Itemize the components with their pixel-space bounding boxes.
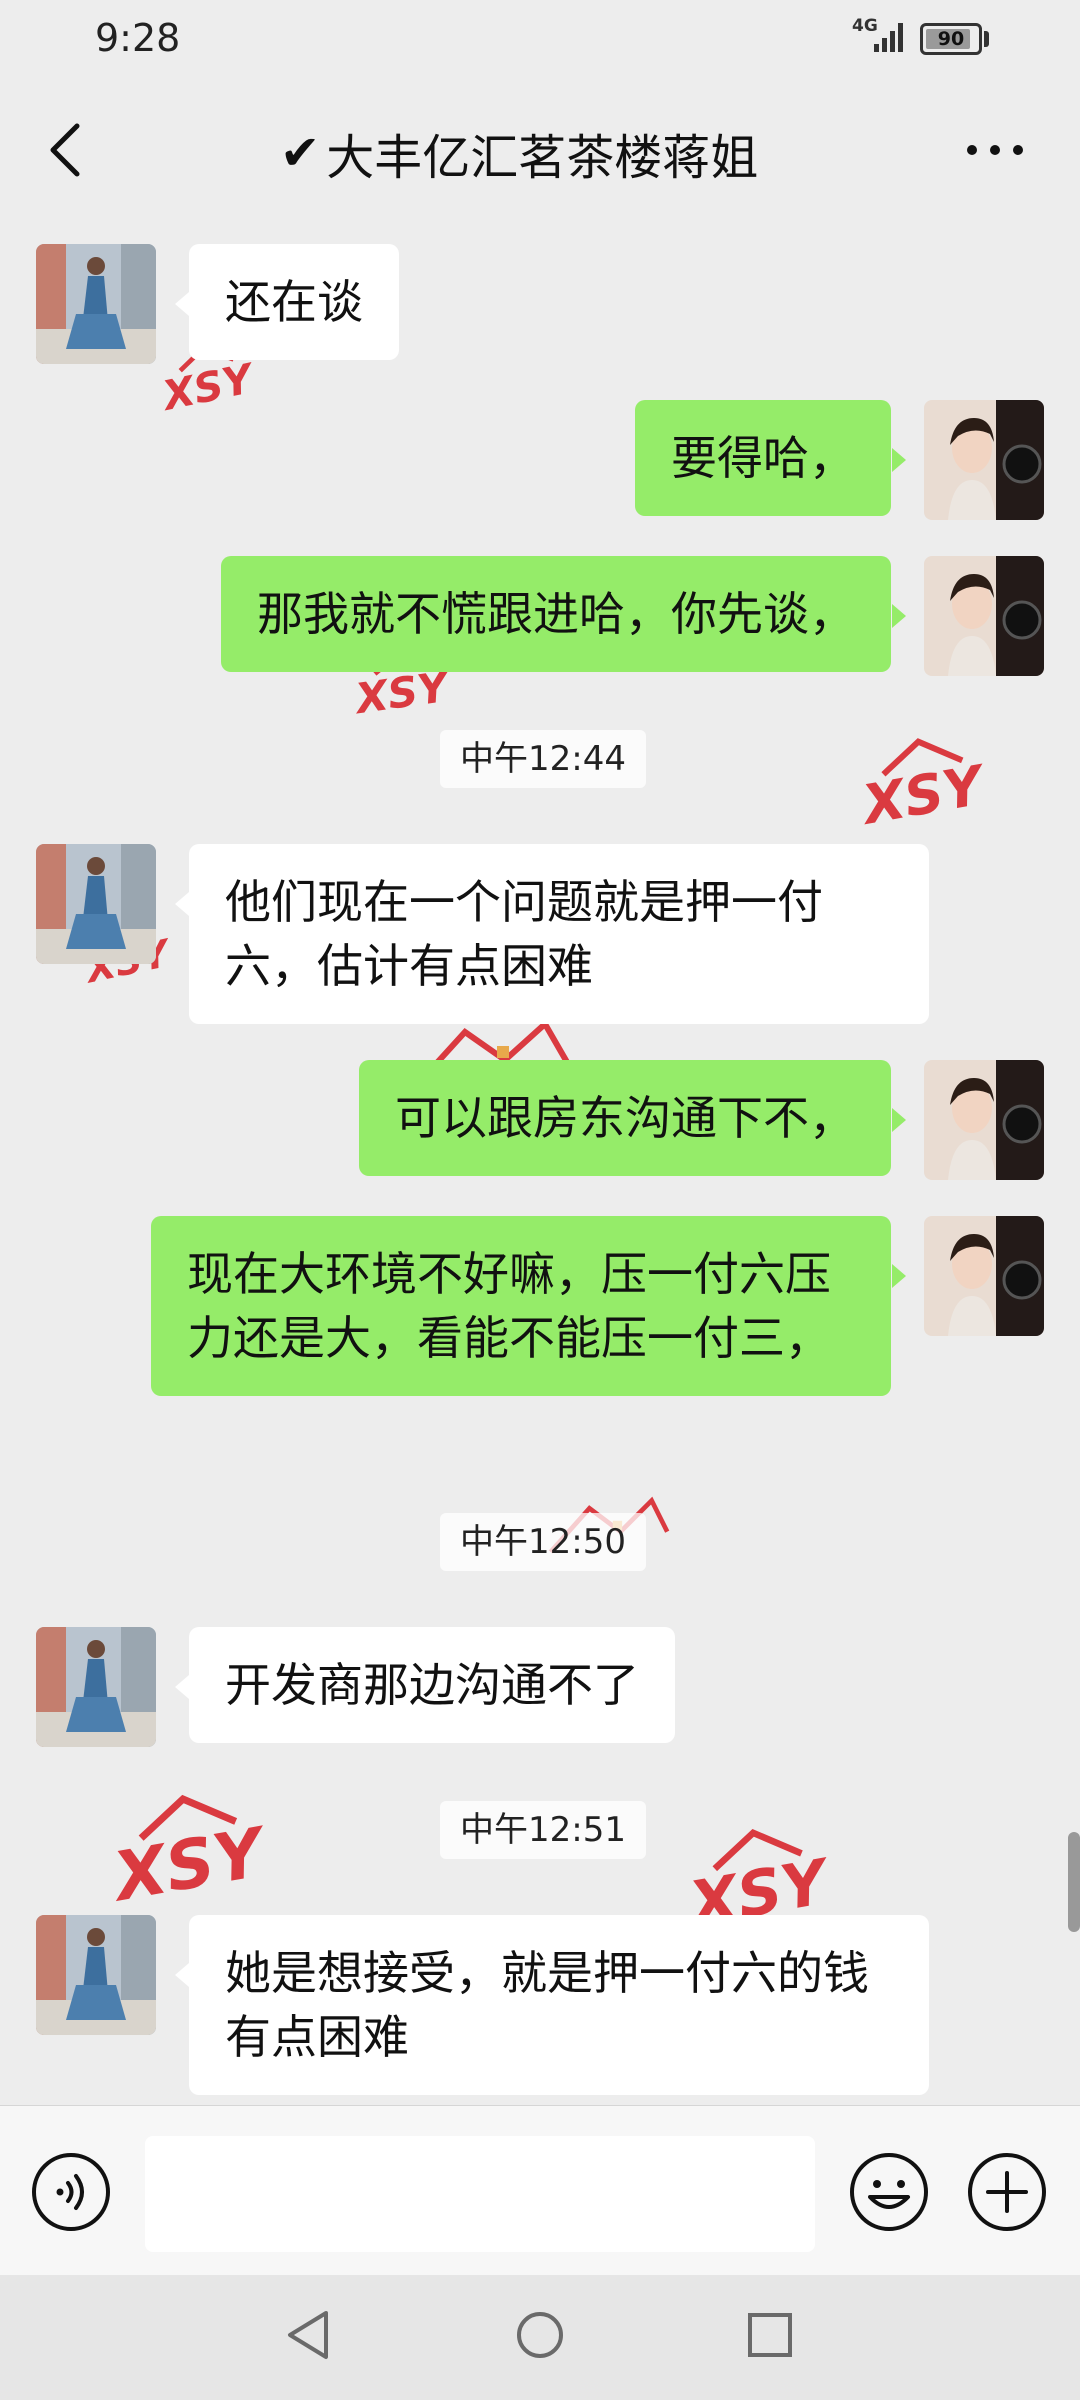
message-bubble-incoming[interactable]: 他们现在一个问题就是押一付六，估计有点困难 xyxy=(189,844,929,1024)
message-timestamp: 中午12:50 xyxy=(440,1513,646,1571)
bubble-tail xyxy=(175,1675,189,1699)
more-button[interactable] xyxy=(950,115,1040,185)
nav-home-icon[interactable] xyxy=(510,2305,570,2365)
plus-icon[interactable] xyxy=(966,2151,1048,2233)
voice-icon[interactable] xyxy=(30,2151,112,2233)
nav-back-icon[interactable] xyxy=(280,2305,340,2365)
message-bubble-outgoing[interactable]: 那我就不慌跟进哈，你先谈， xyxy=(221,556,891,672)
watermark-text: XSY xyxy=(105,1812,275,1905)
back-button[interactable] xyxy=(30,110,100,190)
chat-title-text: 大丰亿汇茗茶楼蒋姐 xyxy=(326,130,759,186)
bubble-tail xyxy=(175,292,189,316)
message-bubble-incoming[interactable]: 还在谈 xyxy=(189,244,399,360)
message-timestamp: 中午12:51 xyxy=(440,1801,646,1859)
signal-icon xyxy=(874,23,903,52)
message-bubble-outgoing[interactable]: 可以跟房东沟通下不， xyxy=(359,1060,891,1176)
bubble-tail xyxy=(892,1108,906,1132)
message-bubble-outgoing[interactable]: 现在大环境不好嘛，压一付六压力还是大，看能不能压一付三， xyxy=(151,1216,891,1396)
message-input[interactable] xyxy=(145,2136,815,2252)
bubble-tail xyxy=(892,1264,906,1288)
bubble-tail xyxy=(892,604,906,628)
bubble-tail xyxy=(175,892,189,916)
watermark-logo: XSY xyxy=(105,1794,275,1905)
status-bar: 9:28 4G 90 xyxy=(0,0,1080,80)
system-nav-bar xyxy=(0,2275,1080,2400)
title-bar: ✔ 大丰亿汇茗茶楼蒋姐 xyxy=(0,80,1080,220)
message-timestamp: 中午12:44 xyxy=(440,730,646,788)
contact-avatar[interactable] xyxy=(36,844,156,964)
status-time: 9:28 xyxy=(95,16,181,60)
watermark-text: XSY xyxy=(156,354,260,415)
contact-avatar[interactable] xyxy=(36,1915,156,2035)
battery-nub xyxy=(984,31,989,47)
more-dots-icon xyxy=(967,145,1023,155)
contact-avatar[interactable] xyxy=(36,1627,156,1747)
message-bubble-incoming[interactable]: 她是想接受，就是押一付六的钱有点困难 xyxy=(189,1915,929,2095)
scrollbar[interactable] xyxy=(1068,1832,1080,1932)
user-avatar[interactable] xyxy=(924,1216,1044,1336)
watermark-text: XSY xyxy=(855,753,992,830)
battery-level: 90 xyxy=(937,28,965,50)
input-bar xyxy=(0,2105,1080,2275)
chat-area[interactable]: XSY XSY XSY XSY XSY XSY xyxy=(0,220,1080,2105)
user-avatar[interactable] xyxy=(924,556,1044,676)
bubble-tail xyxy=(892,448,906,472)
message-bubble-incoming[interactable]: 开发商那边沟通不了 xyxy=(189,1627,675,1743)
contact-avatar[interactable] xyxy=(36,244,156,364)
watermark-logo: XSY xyxy=(855,738,992,830)
chat-title: ✔ 大丰亿汇茗茶楼蒋姐 xyxy=(280,118,758,188)
emoji-icon[interactable] xyxy=(848,2151,930,2233)
nav-recent-icon[interactable] xyxy=(740,2305,800,2365)
message-bubble-outgoing[interactable]: 要得哈， xyxy=(635,400,891,516)
back-arrow-icon xyxy=(50,123,80,177)
watermark-logo: XSY xyxy=(681,1829,837,1930)
bubble-tail xyxy=(175,1963,189,1987)
check-mark-icon: ✔ xyxy=(280,125,321,181)
battery-icon: 90 xyxy=(920,23,982,55)
user-avatar[interactable] xyxy=(924,400,1044,520)
user-avatar[interactable] xyxy=(924,1060,1044,1180)
